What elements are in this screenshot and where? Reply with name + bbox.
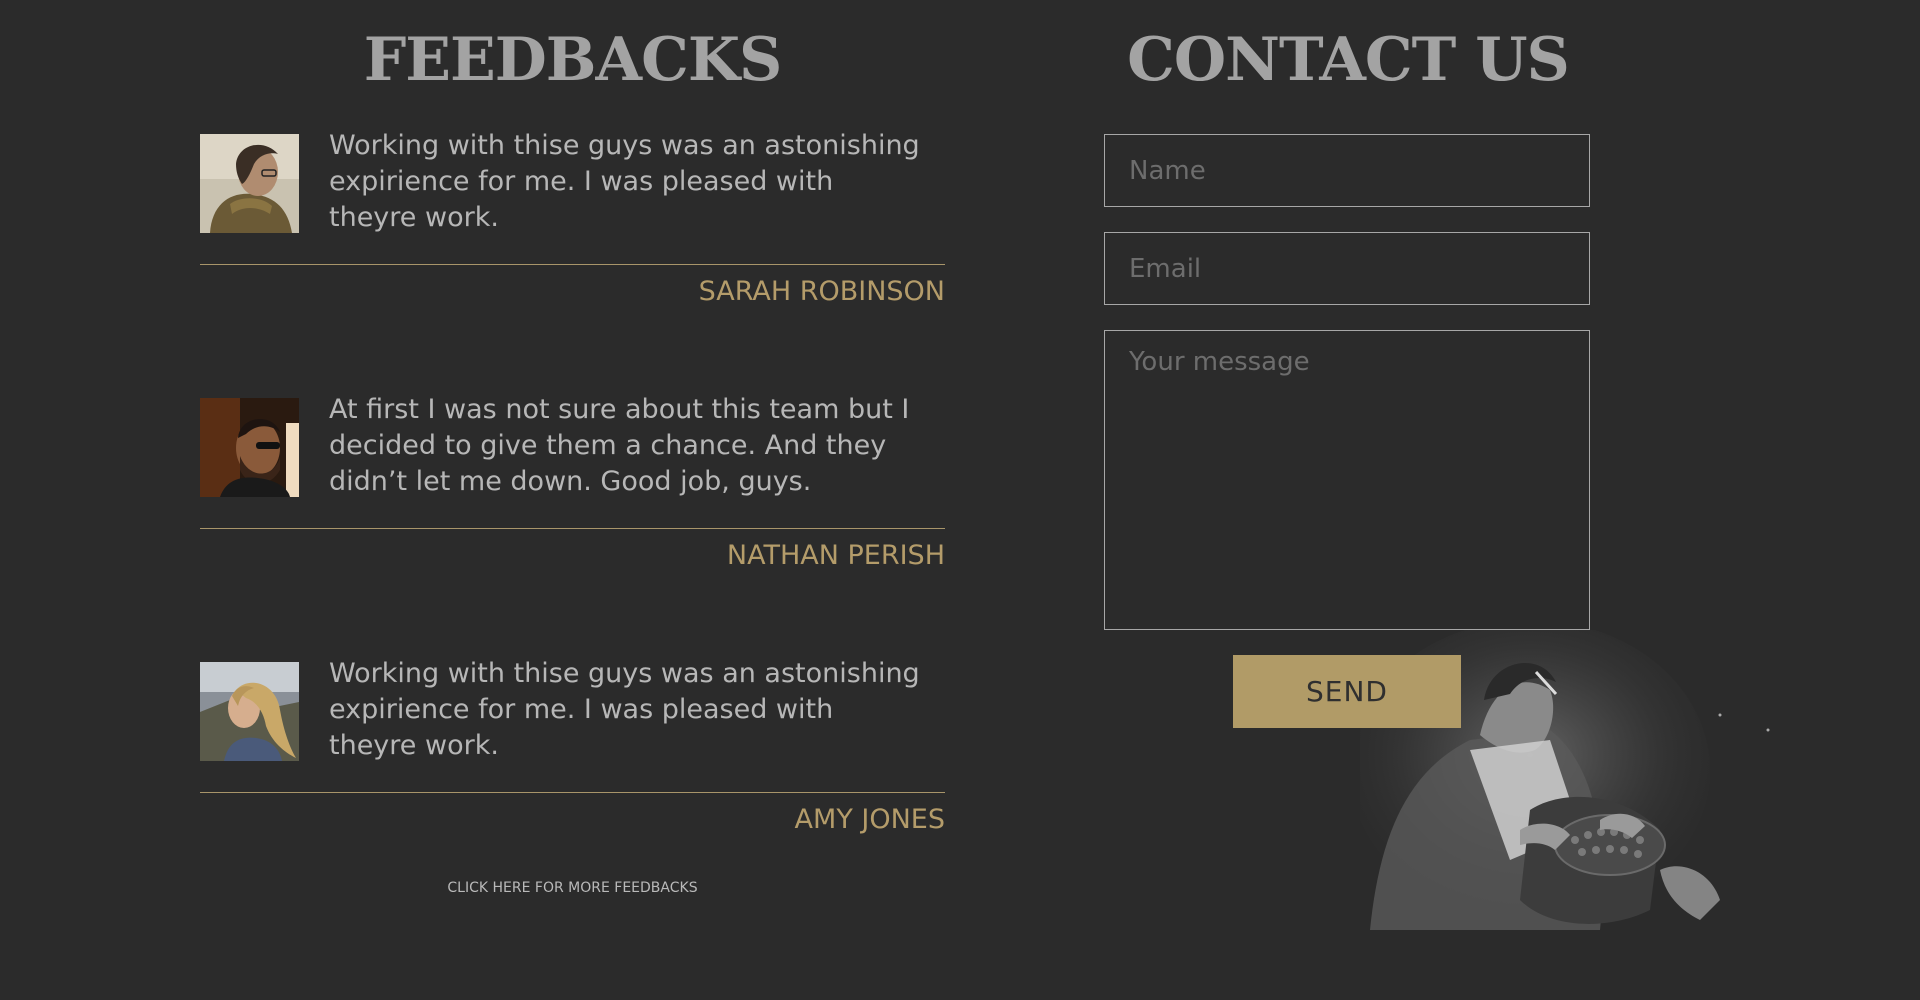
feedback-author: AMY JONES xyxy=(794,804,945,835)
feedback-author: SARAH ROBINSON xyxy=(698,276,945,307)
man-with-scarf-photo xyxy=(200,134,299,233)
feedback-quote: At first I was not sure about this team … xyxy=(329,394,910,497)
feedback-quote: Working with thise guys was an astonishi… xyxy=(329,130,920,233)
email-field[interactable] xyxy=(1104,232,1590,305)
divider xyxy=(200,264,945,265)
avatar xyxy=(200,398,299,497)
contact-title: CONTACT US xyxy=(1127,25,1570,95)
feedback-item: Working with thise guys was an astonishi… xyxy=(200,130,945,314)
feedbacks-title: FEEDBACKS xyxy=(363,25,783,95)
message-field[interactable] xyxy=(1104,330,1590,630)
blonde-woman-photo xyxy=(200,662,299,761)
more-feedbacks-link[interactable]: CLICK HERE FOR MORE FEEDBACKS xyxy=(200,878,945,898)
avatar xyxy=(200,134,299,233)
send-button[interactable]: SEND xyxy=(1233,655,1461,728)
divider xyxy=(200,528,945,529)
feedback-author: NATHAN PERISH xyxy=(726,540,945,571)
feedback-item: At first I was not sure about this team … xyxy=(200,394,945,578)
feedback-item: Working with thise guys was an astonishi… xyxy=(200,658,945,842)
bearded-man-in-car-photo xyxy=(200,398,299,497)
divider xyxy=(200,792,945,793)
name-field[interactable] xyxy=(1104,134,1590,207)
avatar xyxy=(200,662,299,761)
feedback-quote: Working with thise guys was an astonishi… xyxy=(329,658,920,761)
